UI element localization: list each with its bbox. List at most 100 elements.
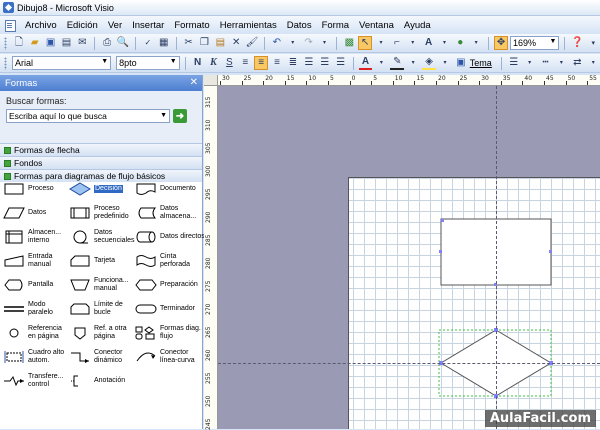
shape-ref-otra-pagina[interactable]: Ref. a otra página — [69, 321, 135, 345]
menu-edicion[interactable]: Edición — [62, 20, 103, 31]
align-center-icon[interactable]: ≡ — [254, 56, 269, 70]
connection-point[interactable] — [439, 250, 442, 253]
toolbar-options-icon[interactable]: ▾ — [586, 36, 600, 50]
font-size-combo[interactable]: 8pto ▼ — [116, 56, 180, 70]
dropdown-arrow-icon[interactable]: ▾ — [554, 56, 568, 70]
chevron-down-icon[interactable]: ▼ — [160, 112, 167, 119]
italic-button[interactable]: K — [207, 56, 221, 70]
menu-ayuda[interactable]: Ayuda — [399, 20, 436, 31]
shape-cinta-perforada[interactable]: Cinta perforada — [135, 249, 205, 273]
bold-button[interactable]: N — [191, 56, 205, 70]
new-icon[interactable]: 🗋 — [12, 36, 26, 50]
shape-referencia-pagina[interactable]: Referencia en página — [3, 321, 69, 345]
font-color-icon[interactable]: A — [358, 56, 373, 70]
search-shapes-input[interactable]: Escriba aquí lo que busca ▼ — [6, 109, 170, 123]
shape-preparacion[interactable]: Preparación — [135, 273, 205, 297]
shape-datos[interactable]: Datos — [3, 201, 69, 225]
document-icon[interactable] — [4, 19, 16, 32]
pointer-tool-icon[interactable]: ↖ — [358, 36, 373, 50]
toolbar-grip[interactable] — [4, 36, 7, 50]
cut-icon[interactable]: ✂ — [182, 36, 196, 50]
shape-pantalla[interactable]: Pantalla — [3, 273, 69, 297]
zoom-combo[interactable]: 169% ▼ — [509, 36, 560, 50]
shape-almacenamiento-interno[interactable]: Almacen... interno — [3, 225, 69, 249]
open-folder-icon[interactable]: ▰ — [28, 36, 42, 50]
print-icon[interactable]: ⎙ — [100, 36, 114, 50]
align-top-icon[interactable]: ☰ — [302, 56, 316, 70]
justify-icon[interactable]: ≣ — [286, 56, 300, 70]
shape-terminador[interactable]: Terminador — [135, 297, 205, 321]
shape-datos-almacenados[interactable]: Datos almacena... — [135, 201, 205, 225]
undo-icon[interactable]: ↶ — [270, 36, 284, 50]
redo-icon[interactable]: ↷ — [302, 36, 316, 50]
menu-formato[interactable]: Formato — [169, 20, 214, 31]
pan-zoom-icon[interactable]: ✥ — [494, 36, 508, 50]
align-middle-icon[interactable]: ☰ — [318, 56, 332, 70]
connector-tool-icon[interactable]: ⌐ — [390, 36, 404, 50]
dropdown-arrow-icon[interactable]: ▾ — [586, 56, 600, 70]
selection-handle[interactable] — [441, 219, 444, 222]
shape-entrada-manual[interactable]: Entrada manual — [3, 249, 69, 273]
dropdown-arrow-icon[interactable]: ▾ — [469, 36, 483, 50]
fill-color-icon[interactable]: ◈ — [422, 56, 437, 70]
shape-formas-diag-flujo[interactable]: Formas diag. flujo — [135, 321, 205, 345]
stencil-arrow-shapes[interactable]: Formas de flecha — [0, 143, 202, 156]
line-pattern-icon[interactable]: ┅ — [539, 56, 553, 70]
underline-button[interactable]: S — [222, 56, 236, 70]
search-go-button[interactable]: ➜ — [173, 109, 187, 123]
shape-decision[interactable]: Decisión — [69, 177, 135, 201]
color-icon[interactable]: ● — [453, 36, 467, 50]
shape-datos-secuenciales[interactable]: Datos secuenciales — [69, 225, 135, 249]
menu-archivo[interactable]: Archivo — [20, 20, 62, 31]
align-bottom-icon[interactable]: ☰ — [334, 56, 348, 70]
dropdown-arrow-icon[interactable]: ▾ — [438, 36, 452, 50]
help-icon[interactable]: ❓ — [570, 36, 584, 50]
shape-anotacion[interactable]: Anotación — [69, 369, 135, 393]
shape-funcionamiento-manual[interactable]: Funciona... manual — [69, 273, 135, 297]
shape-transferencia-control[interactable]: Transfere... control — [3, 369, 69, 393]
menu-insertar[interactable]: Insertar — [127, 20, 169, 31]
dropdown-arrow-icon[interactable]: ▾ — [318, 36, 332, 50]
copy-icon[interactable]: ❐ — [198, 36, 212, 50]
toolbar-grip[interactable] — [4, 56, 7, 70]
font-combo[interactable]: Arial ▼ — [11, 56, 112, 70]
menu-ventana[interactable]: Ventana — [354, 20, 399, 31]
close-icon[interactable]: ✕ — [190, 77, 198, 88]
shape-datos-directos[interactable]: Datos directos — [135, 225, 205, 249]
menu-ver[interactable]: Ver — [103, 20, 127, 31]
line-ends-icon[interactable]: ⇄ — [570, 56, 584, 70]
shape-documento[interactable]: Documento — [135, 177, 205, 201]
connection-point[interactable] — [549, 250, 552, 253]
shape-proceso[interactable]: Proceso — [3, 177, 69, 201]
menu-datos[interactable]: Datos — [282, 20, 317, 31]
dropdown-arrow-icon[interactable]: ▾ — [438, 56, 452, 70]
print-preview-icon[interactable]: 🔍 — [116, 36, 130, 50]
drawing-page[interactable] — [348, 177, 600, 429]
shape-tarjeta[interactable]: Tarjeta — [69, 249, 135, 273]
format-painter-icon[interactable]: 🖌 — [245, 36, 259, 50]
shape-conector-linea-curva[interactable]: Conector línea-curva — [135, 345, 205, 369]
menu-forma[interactable]: Forma — [317, 20, 354, 31]
shapes-icon[interactable]: ▩ — [342, 36, 356, 50]
mail-icon[interactable]: ✉ — [75, 36, 89, 50]
stencil-backgrounds[interactable]: Fondos — [0, 156, 202, 169]
theme-icon[interactable]: ▣ — [454, 56, 468, 70]
dropdown-arrow-icon[interactable]: ▾ — [523, 56, 537, 70]
menu-herramientas[interactable]: Herramientas — [215, 20, 282, 31]
spelling-icon[interactable]: ✓ — [141, 36, 155, 50]
horizontal-ruler[interactable]: 30 25 20 15 10 5 0 5 10 15 20 25 30 35 40 45 50 55 — [218, 75, 600, 86]
delete-icon[interactable]: ✕ — [229, 36, 243, 50]
drawing-area[interactable]: 30 25 20 15 10 5 0 5 10 15 20 25 30 35 40 45 50 55 315 310… — [204, 75, 600, 430]
shape-conector-dinamico[interactable]: Conector dinámico — [69, 345, 135, 369]
text-tool-icon[interactable]: A — [422, 36, 436, 50]
dropdown-arrow-icon[interactable]: ▾ — [406, 36, 420, 50]
shape-cuadro-alto-autom[interactable]: Cuadro alto autom. — [3, 345, 69, 369]
dropdown-arrow-icon[interactable]: ▾ — [374, 36, 388, 50]
align-left-icon[interactable]: ≡ — [238, 56, 252, 70]
research-icon[interactable]: ▦ — [157, 36, 171, 50]
line-weight-icon[interactable]: ☰ — [507, 56, 521, 70]
dropdown-arrow-icon[interactable]: ▾ — [286, 36, 300, 50]
vertical-guide-line[interactable] — [496, 86, 497, 429]
shape-limite-bucle[interactable]: Límite de bucle — [69, 297, 135, 321]
save-icon[interactable]: ▣ — [44, 36, 58, 50]
